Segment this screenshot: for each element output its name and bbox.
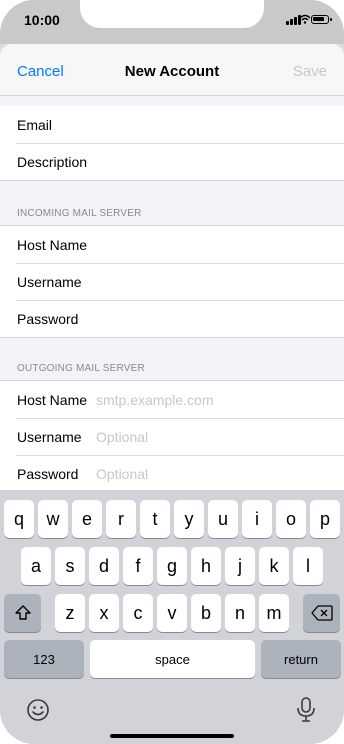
outgoing-host-name-placeholder: smtp.example.com <box>96 391 214 408</box>
outgoing-password-placeholder: Optional <box>96 465 149 482</box>
key-p[interactable]: p <box>310 500 340 538</box>
key-m[interactable]: m <box>259 594 289 632</box>
key-l[interactable]: l <box>293 547 323 585</box>
key-t[interactable]: t <box>140 500 170 538</box>
outgoing-username-field[interactable]: Username Optional <box>0 418 344 455</box>
key-v[interactable]: v <box>157 594 187 632</box>
status-bar: 10:00 <box>0 0 344 44</box>
description-label: Description <box>17 153 88 170</box>
key-q[interactable]: q <box>4 500 34 538</box>
incoming-password-label: Password <box>17 310 79 327</box>
key-j[interactable]: j <box>225 547 255 585</box>
dictation-button[interactable] <box>292 696 320 724</box>
phone-screen: 10:00 Cancel New Account Save Email Desc… <box>0 0 344 744</box>
battery-icon <box>311 15 332 24</box>
email-label: Email <box>17 116 53 133</box>
numbers-key[interactable]: 123 <box>4 640 84 678</box>
description-field[interactable]: Description <box>0 143 344 180</box>
incoming-host-name-field[interactable]: Host Name <box>0 226 344 263</box>
key-y[interactable]: y <box>174 500 204 538</box>
keyboard: 123 space return qwertyuiop asdfghjkl zxcv… <box>0 490 344 744</box>
home-indicator <box>110 734 234 738</box>
outgoing-username-label: Username <box>17 428 82 445</box>
outgoing-section-header: OUTGOING MAIL SERVER <box>17 363 145 374</box>
email-field[interactable]: Email <box>0 106 344 143</box>
outgoing-host-name-field[interactable]: Host Name smtp.example.com <box>0 381 344 418</box>
key-f[interactable]: f <box>123 547 153 585</box>
outgoing-host-name-label: Host Name <box>17 391 88 408</box>
incoming-username-field[interactable]: Username <box>0 263 344 300</box>
account-fields-group: Email Description <box>0 106 344 181</box>
microphone-icon <box>297 697 315 722</box>
return-key[interactable]: return <box>261 640 341 678</box>
wifi-icon <box>300 14 310 24</box>
backspace-icon <box>310 605 333 621</box>
shift-icon <box>14 605 31 620</box>
outgoing-password-field[interactable]: Password Optional <box>0 455 344 492</box>
outgoing-password-label: Password <box>17 465 79 482</box>
incoming-password-field[interactable]: Password <box>0 300 344 337</box>
key-u[interactable]: u <box>208 500 238 538</box>
shift-key[interactable] <box>4 594 41 632</box>
key-o[interactable]: o <box>276 500 306 538</box>
save-button[interactable]: Save <box>293 63 327 80</box>
key-r[interactable]: r <box>106 500 136 538</box>
outgoing-username-placeholder: Optional <box>96 428 149 445</box>
incoming-username-label: Username <box>17 273 82 290</box>
incoming-server-group: Host Name Username Password <box>0 225 344 338</box>
key-z[interactable]: z <box>55 594 85 632</box>
key-n[interactable]: n <box>225 594 255 632</box>
key-d[interactable]: d <box>89 547 119 585</box>
outgoing-server-group: Host Name smtp.example.com Username Opti… <box>0 380 344 492</box>
key-a[interactable]: a <box>21 547 51 585</box>
key-c[interactable]: c <box>123 594 153 632</box>
incoming-host-name-label: Host Name <box>17 236 88 253</box>
navigation-bar: Cancel New Account Save <box>0 44 344 96</box>
key-w[interactable]: w <box>38 500 68 538</box>
key-g[interactable]: g <box>157 547 187 585</box>
emoji-icon <box>27 699 49 721</box>
status-time: 10:00 <box>24 12 60 28</box>
key-s[interactable]: s <box>55 547 85 585</box>
key-e[interactable]: e <box>72 500 102 538</box>
key-i[interactable]: i <box>242 500 272 538</box>
space-key[interactable]: space <box>90 640 255 678</box>
key-b[interactable]: b <box>191 594 221 632</box>
emoji-button[interactable] <box>24 696 52 724</box>
notch <box>80 0 264 28</box>
incoming-section-header: INCOMING MAIL SERVER <box>17 208 142 219</box>
key-x[interactable]: x <box>89 594 119 632</box>
key-k[interactable]: k <box>259 547 289 585</box>
key-h[interactable]: h <box>191 547 221 585</box>
backspace-key[interactable] <box>303 594 340 632</box>
